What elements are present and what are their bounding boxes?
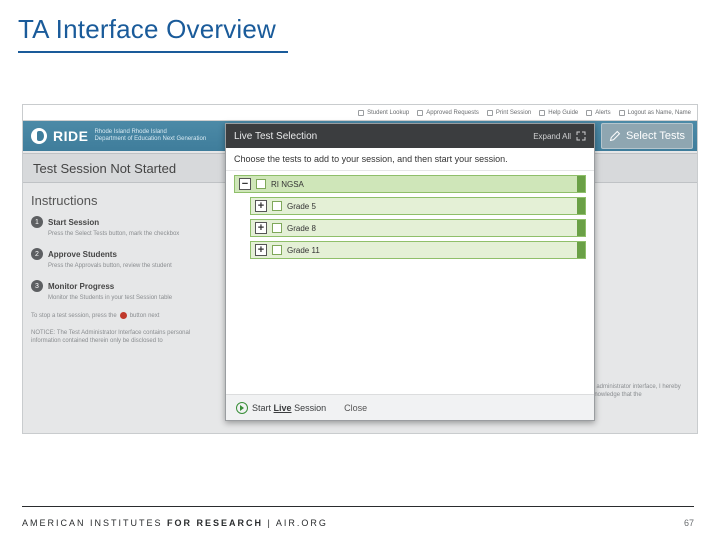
- tree-row-root: − RI NGSA: [234, 175, 586, 193]
- logout-icon: [619, 110, 625, 116]
- toolbar-item-student-lookup[interactable]: Student Lookup: [358, 110, 409, 116]
- session-status-text: Test Session Not Started: [33, 161, 176, 176]
- start-live-session-button[interactable]: Start Live Session: [236, 402, 326, 414]
- top-toolbar: Student Lookup Approved Requests Print S…: [23, 105, 697, 121]
- select-tests-button[interactable]: Select Tests: [601, 123, 693, 149]
- toolbar-label: Alerts: [595, 110, 610, 116]
- tree-row-child: + Grade 8: [250, 219, 586, 237]
- step-number-badge: 2: [31, 248, 43, 260]
- toolbar-label: Print Session: [496, 110, 531, 116]
- tree-label: Grade 11: [287, 246, 320, 255]
- checkbox[interactable]: [272, 201, 282, 211]
- alerts-icon: [586, 110, 592, 116]
- step-number-badge: 3: [31, 280, 43, 292]
- toolbar-item-approved-requests[interactable]: Approved Requests: [417, 110, 479, 116]
- ride-subtitle: Rhode Island Rhode IslandDepartment of E…: [94, 129, 206, 143]
- checkbox[interactable]: [272, 223, 282, 233]
- modal-subtitle: Choose the tests to add to your session,…: [226, 148, 594, 171]
- toolbar-item-print-session[interactable]: Print Session: [487, 110, 531, 116]
- toolbar-item-alerts[interactable]: Alerts: [586, 110, 610, 116]
- step-body: Monitor the Students in your test Sessio…: [48, 294, 217, 302]
- slide-number: 67: [684, 518, 694, 528]
- tree-row-child: + Grade 5: [250, 197, 586, 215]
- toolbar-item-help-guide[interactable]: Help Guide: [539, 110, 578, 116]
- modal-footer: Start Live Session Close: [226, 394, 594, 420]
- expand-toggle[interactable]: +: [255, 200, 267, 212]
- toolbar-label: Help Guide: [548, 110, 578, 116]
- ride-brand: RIDE: [53, 128, 88, 144]
- pencil-icon: [609, 130, 621, 142]
- slide-title: TA Interface Overview: [0, 0, 720, 51]
- checkbox[interactable]: [272, 245, 282, 255]
- step-body: Press the Select Tests button, mark the …: [48, 230, 217, 238]
- print-icon: [487, 110, 493, 116]
- lookup-icon: [358, 110, 364, 116]
- close-button[interactable]: Close: [344, 403, 367, 413]
- title-underline: [18, 51, 288, 53]
- notice-text-left: NOTICE: The Test Administrator Interface…: [31, 329, 217, 345]
- select-tests-label: Select Tests: [626, 130, 685, 142]
- live-test-selection-modal: Live Test Selection Expand All Choose th…: [225, 123, 595, 421]
- approved-icon: [417, 110, 423, 116]
- stop-icon: [120, 312, 127, 319]
- slide-footer: AMERICAN INSTITUTES FOR RESEARCH | AIR.O…: [0, 506, 720, 540]
- expand-all-link[interactable]: Expand All: [533, 132, 571, 141]
- tree-label: Grade 8: [287, 224, 316, 233]
- instruction-step: 1 Start Session Press the Select Tests b…: [31, 216, 217, 238]
- modal-header: Live Test Selection Expand All: [226, 124, 594, 148]
- expand-icon[interactable]: [576, 131, 586, 141]
- ride-logo-icon: [31, 128, 47, 144]
- toolbar-label: Logout as Name, Name: [628, 110, 691, 116]
- stop-session-hint: To stop a test session, press the button…: [31, 312, 217, 319]
- tree-label: Grade 5: [287, 202, 316, 211]
- modal-title: Live Test Selection: [234, 131, 317, 142]
- step-number-badge: 1: [31, 216, 43, 228]
- instruction-step: 2 Approve Students Press the Approvals b…: [31, 248, 217, 270]
- step-title: Approve Students: [48, 250, 117, 259]
- step-title: Monitor Progress: [48, 282, 114, 291]
- expand-toggle[interactable]: +: [255, 244, 267, 256]
- expand-toggle[interactable]: +: [255, 222, 267, 234]
- help-icon: [539, 110, 545, 116]
- tree-row-child: + Grade 11: [250, 241, 586, 259]
- notice-text-right: test administrator interface, I hereby a…: [585, 383, 691, 399]
- play-icon: [236, 402, 248, 414]
- checkbox[interactable]: [256, 179, 266, 189]
- tree-label: RI NGSA: [271, 180, 304, 189]
- collapse-toggle[interactable]: −: [239, 178, 251, 190]
- step-title: Start Session: [48, 218, 99, 227]
- instructions-heading: Instructions: [31, 193, 217, 208]
- toolbar-label: Approved Requests: [426, 110, 479, 116]
- step-body: Press the Approvals button, review the s…: [48, 262, 217, 270]
- instruction-step: 3 Monitor Progress Monitor the Students …: [31, 280, 217, 302]
- app-screenshot: Student Lookup Approved Requests Print S…: [22, 104, 698, 434]
- test-tree: − RI NGSA + Grade 5: [226, 171, 594, 394]
- instructions-panel: Instructions 1 Start Session Press the S…: [23, 185, 225, 433]
- toolbar-label: Student Lookup: [367, 110, 409, 116]
- toolbar-item-logout[interactable]: Logout as Name, Name: [619, 110, 691, 116]
- footer-org: AMERICAN INSTITUTES FOR RESEARCH | AIR.O…: [22, 518, 328, 528]
